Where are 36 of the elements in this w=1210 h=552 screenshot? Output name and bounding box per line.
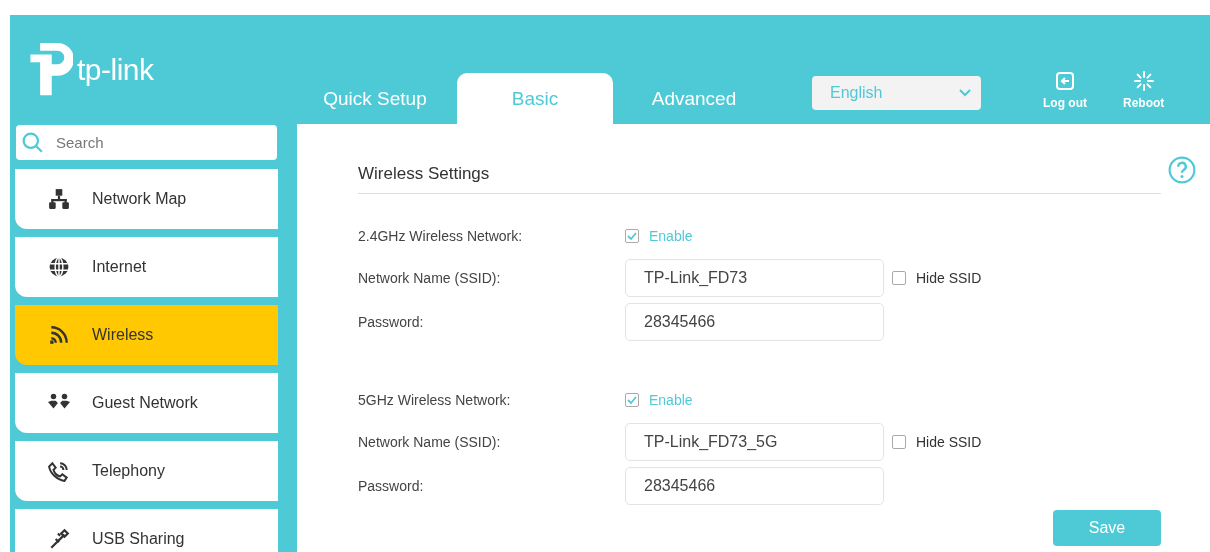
hide-ssid-checkbox[interactable] (892, 271, 906, 285)
sidebar-item[interactable]: Telephony (15, 441, 278, 501)
field-label: 5GHz Wireless Network: (358, 392, 512, 408)
field-label: Network Name (SSID): (358, 434, 502, 450)
field-label: 2.4GHz Wireless Network: (358, 228, 524, 244)
checkbox-label: Hide SSID (916, 434, 982, 450)
network-icon (48, 188, 70, 210)
sidebar-item[interactable]: Guest Network (15, 373, 278, 433)
field-label: Network Name (SSID): (358, 270, 502, 286)
logo-text: tp-link (77, 53, 154, 87)
checkbox-label: Enable (649, 228, 693, 244)
checkbox-label: Hide SSID (916, 270, 982, 286)
wireless-icon (48, 324, 70, 346)
sidebar-item[interactable]: Network Map (15, 169, 278, 229)
chevron-down-icon (959, 89, 971, 97)
sidebar-item[interactable]: USB Sharing (15, 509, 278, 552)
globe-icon (48, 256, 70, 278)
spinner-icon (1133, 71, 1154, 91)
sidebar-item[interactable]: Internet (15, 237, 278, 297)
logout-icon (1055, 71, 1075, 91)
hide-ssid-checkbox[interactable] (892, 435, 906, 449)
field-label: Password: (358, 478, 425, 494)
help-icon[interactable] (1168, 156, 1196, 184)
ssid-field[interactable]: TP-Link_FD73 (625, 259, 884, 297)
enable-checkbox[interactable] (625, 393, 639, 407)
password-field[interactable]: 28345466 (625, 467, 884, 505)
checkbox-label: Enable (649, 392, 693, 408)
password-field[interactable]: 28345466 (625, 303, 884, 341)
usb-icon (48, 528, 70, 550)
ssid-field[interactable]: TP-Link_FD73_5G (625, 423, 884, 461)
section-title: Wireless Settings (358, 164, 490, 183)
sidebar-item[interactable]: Wireless (15, 305, 278, 365)
enable-checkbox[interactable] (625, 229, 639, 243)
phone-icon (48, 460, 70, 482)
search-field[interactable]: Search (16, 125, 277, 160)
field-label: Password: (358, 314, 425, 330)
